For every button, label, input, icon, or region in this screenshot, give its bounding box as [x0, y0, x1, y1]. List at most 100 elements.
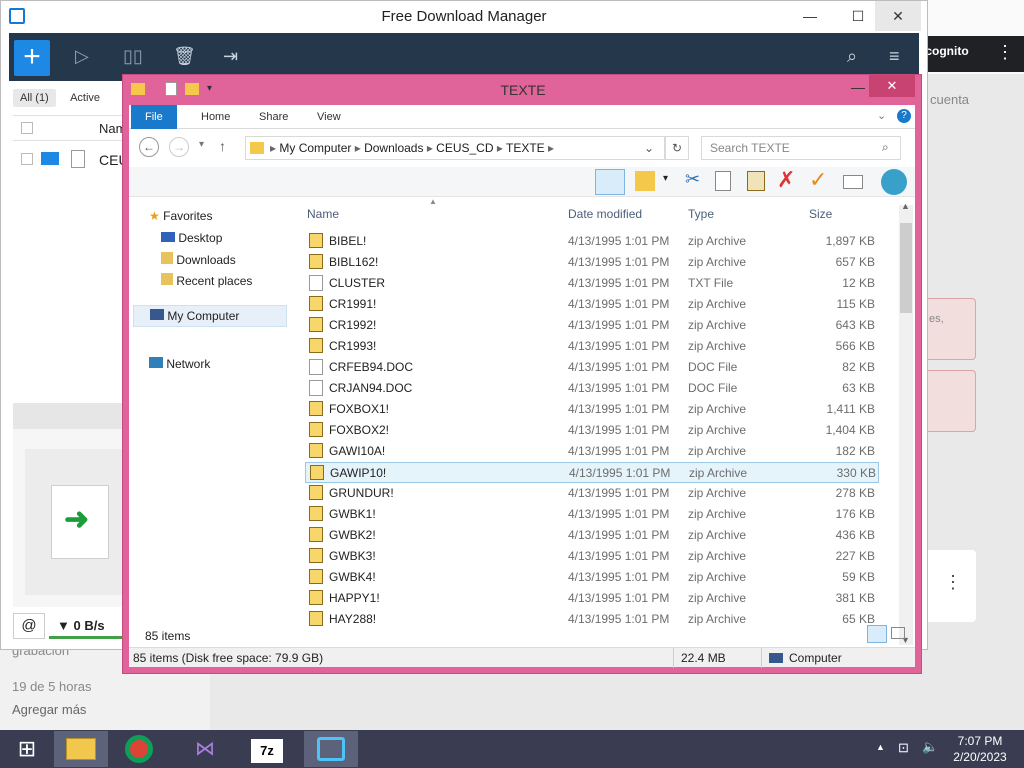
start-button[interactable]: ⊞	[0, 731, 54, 767]
file-row[interactable]: GWBK3! 4/13/1995 1:01 PM zip Archive 227 KB	[305, 546, 879, 567]
more-icon[interactable]: ⋮	[944, 572, 962, 593]
column-header-size[interactable]: Size	[809, 207, 832, 221]
column-header-name[interactable]: Name	[307, 207, 339, 221]
file-row[interactable]: CLUSTER 4/13/1995 1:01 PM TXT File 12 KB	[305, 273, 879, 294]
network-tray-icon[interactable]: ⊡	[898, 740, 909, 756]
close-icon[interactable]: ✕	[875, 1, 921, 31]
column-header-date[interactable]: Date modified	[568, 207, 642, 221]
system-clock[interactable]: 7:07 PM 2/20/2023	[940, 733, 1020, 765]
play-icon[interactable]: ▷	[75, 46, 89, 67]
file-row[interactable]: CR1991! 4/13/1995 1:01 PM zip Archive 115 K…	[305, 294, 879, 315]
file-row[interactable]: HAPPY1! 4/13/1995 1:01 PM zip Archive 381 K…	[305, 588, 879, 609]
menu-icon[interactable]: ≡	[889, 46, 900, 67]
back-icon[interactable]: ←	[139, 137, 159, 157]
pause-icon[interactable]: ▯▯	[123, 46, 143, 67]
file-row[interactable]: GWBK1! 4/13/1995 1:01 PM zip Archive 176 KB	[305, 504, 879, 525]
nav-favorites[interactable]: ★ Favorites	[149, 209, 212, 223]
help-icon[interactable]: ?	[897, 109, 911, 123]
tab-view[interactable]: View	[303, 105, 355, 129]
cut-icon[interactable]: ✂	[685, 169, 700, 190]
speed-indicator[interactable]: ▼ 0 B/s	[49, 613, 123, 639]
nav-network[interactable]: Network	[149, 357, 210, 371]
file-type: zip Archive	[688, 339, 747, 353]
refresh-icon[interactable]: ↻	[665, 136, 689, 160]
file-row[interactable]: GAWIP10! 4/13/1995 1:01 PM zip Archive 330 …	[305, 462, 879, 483]
copy-icon[interactable]	[715, 171, 731, 191]
rename-icon[interactable]: ✓	[809, 167, 827, 193]
address-dropdown-icon[interactable]: ⌄	[644, 141, 654, 155]
breadcrumb-texte[interactable]: TEXTE	[506, 141, 545, 155]
download-row[interactable]: CEU	[13, 141, 129, 177]
nav-my-computer[interactable]: My Computer	[133, 305, 287, 327]
fdm-icon[interactable]	[304, 731, 358, 767]
move-folder-icon[interactable]: ⇥	[223, 46, 238, 67]
select-all-checkbox[interactable]	[21, 122, 33, 134]
explorer-close-icon[interactable]: ✕	[869, 75, 915, 97]
forward-icon[interactable]: →	[169, 137, 189, 157]
file-row[interactable]: GWBK2! 4/13/1995 1:01 PM zip Archive 436 KB	[305, 525, 879, 546]
file-row[interactable]: GAWI10A! 4/13/1995 1:01 PM zip Archive 182 …	[305, 441, 879, 462]
nav-desktop[interactable]: Desktop	[161, 231, 222, 245]
nav-downloads[interactable]: Downloads	[161, 252, 236, 267]
ribbon-expand-icon[interactable]: ⌄	[877, 109, 886, 122]
delete-icon[interactable]: ✗	[777, 167, 795, 193]
file-name: GWBK2!	[329, 528, 376, 542]
file-row[interactable]: CR1993! 4/13/1995 1:01 PM zip Archive 566 K…	[305, 336, 879, 357]
preview-pane-icon[interactable]	[595, 169, 625, 195]
toolbar-dropdown-icon[interactable]: ▾	[663, 173, 668, 184]
select-icon[interactable]	[843, 175, 863, 189]
7zip-icon[interactable]: 7z	[240, 731, 294, 767]
tray-overflow-icon[interactable]: ▲	[876, 742, 885, 752]
recent-locations-icon[interactable]: ▾	[199, 139, 204, 150]
scrollbar-thumb[interactable]	[900, 223, 912, 313]
file-type: DOC File	[688, 381, 738, 395]
add-more-link[interactable]: Agregar más	[12, 702, 86, 717]
tab-share[interactable]: Share	[245, 105, 302, 129]
file-row[interactable]: FOXBOX2! 4/13/1995 1:01 PM zip Archive 1,40…	[305, 420, 879, 441]
share-globe-icon[interactable]	[881, 169, 907, 195]
add-download-button[interactable]: +	[14, 40, 50, 76]
file-row[interactable]: BIBL162! 4/13/1995 1:01 PM zip Archive 657 …	[305, 252, 879, 273]
file-row[interactable]: CRFEB94.DOC 4/13/1995 1:01 PM DOC File 82 K…	[305, 357, 879, 378]
minimize-icon[interactable]: —	[787, 1, 833, 31]
scroll-up-icon[interactable]: ▲	[901, 201, 910, 211]
file-type: zip Archive	[688, 591, 747, 605]
breadcrumb-ceus-cd[interactable]: CEUS_CD	[436, 141, 493, 155]
snail-mode-icon[interactable]: @	[13, 613, 45, 639]
tab-active[interactable]: Active	[63, 89, 107, 107]
file-name: BIBL162!	[329, 255, 379, 269]
properties-folder-icon[interactable]	[635, 171, 655, 191]
large-icons-view-icon[interactable]	[891, 627, 905, 639]
details-view-icon[interactable]	[867, 625, 887, 643]
search-icon[interactable]: ⌕	[847, 46, 857, 67]
tab-file[interactable]: File	[131, 105, 177, 129]
breadcrumb-my-computer[interactable]: My Computer	[279, 141, 351, 155]
browser-menu-icon[interactable]: ⋮	[996, 42, 1014, 63]
file-row[interactable]: BIBEL! 4/13/1995 1:01 PM zip Archive 1,897 …	[305, 231, 879, 252]
address-bar[interactable]: ▸ My Computer ▸ Downloads ▸ CEUS_CD ▸ TE…	[245, 136, 665, 160]
file-row[interactable]: CRJAN94.DOC 4/13/1995 1:01 PM DOC File 63 K…	[305, 378, 879, 399]
volume-icon[interactable]: 🔈	[922, 739, 938, 755]
column-header-type[interactable]: Type	[688, 207, 714, 221]
file-explorer-icon[interactable]	[54, 731, 108, 767]
tab-home[interactable]: Home	[187, 105, 244, 129]
tab-all[interactable]: All (1)	[13, 89, 56, 107]
file-row[interactable]: GRUNDUR! 4/13/1995 1:01 PM zip Archive 278 …	[305, 483, 879, 504]
search-icon[interactable]: ⌕	[882, 140, 889, 155]
trash-icon[interactable]: 🗑	[173, 46, 196, 67]
file-row[interactable]: CR1992! 4/13/1995 1:01 PM zip Archive 643 K…	[305, 315, 879, 336]
row-checkbox[interactable]	[21, 153, 33, 165]
breadcrumb-downloads[interactable]: Downloads	[364, 141, 423, 155]
file-row[interactable]: GWBK4! 4/13/1995 1:01 PM zip Archive 59 KB	[305, 567, 879, 588]
search-input[interactable]: Search TEXTE ⌕	[701, 136, 901, 160]
visual-studio-icon[interactable]: ⋈	[178, 731, 232, 767]
up-icon[interactable]: ↑	[219, 138, 226, 154]
file-row[interactable]: HAY288! 4/13/1995 1:01 PM zip Archive 65 KB	[305, 609, 879, 630]
file-row[interactable]: FOXBOX1! 4/13/1995 1:01 PM zip Archive 1,41…	[305, 399, 879, 420]
chrome-icon[interactable]	[112, 731, 166, 767]
file-name: CRJAN94.DOC	[329, 381, 413, 395]
paste-icon[interactable]	[747, 171, 765, 191]
nav-favorites-label: Favorites	[163, 209, 213, 223]
nav-recent-places[interactable]: Recent places	[161, 273, 252, 288]
nav-recent-label: Recent places	[176, 274, 253, 288]
